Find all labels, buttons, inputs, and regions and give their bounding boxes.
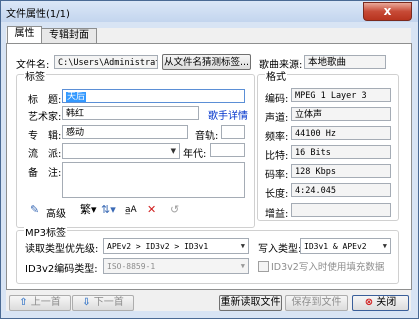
artist-label: 艺术家: [28,112,62,123]
filename-field[interactable]: C:\Users\Administrator [54,55,158,69]
close-button[interactable]: ⊗ 关闭 [352,295,409,311]
tab-album-cover[interactable]: 专辑封面 [41,28,97,43]
codec-label: 编码: [265,94,289,105]
id3v2-encoding-select[interactable]: ISO-8859-1 ▼ [103,258,249,274]
close-button-label: 关闭 [376,297,397,308]
genre-select[interactable]: ▼ [62,143,180,159]
format-group-label: 格式 [265,68,287,83]
convert-icon[interactable]: ⇅▾ [101,203,116,217]
arrow-up-icon: ⇧ [19,297,28,308]
gain-field [291,203,391,217]
comment-textarea[interactable] [62,162,245,198]
tab-properties[interactable]: 属性 [7,26,42,43]
bits-field: 16 Bits [291,145,391,159]
title-field[interactable]: 天后 [62,89,245,103]
chevron-down-icon: ▼ [240,262,245,270]
case-convert-icon[interactable]: a̲A [125,203,137,217]
reread-file-button[interactable]: 重新读取文件 [219,295,282,311]
guess-from-filename-button[interactable]: 从文件名猜测标签... [162,54,251,70]
prev-track-button[interactable]: ⇧ 上一首 [9,295,71,311]
undo-icon[interactable]: ↺ [170,203,179,217]
write-type-value: ID3v1 & APEv2 [304,242,367,251]
save-to-file-button[interactable]: 保存到文件 [285,295,348,311]
mp3-tag-group-label: MP3标签 [24,224,68,239]
window-close-button[interactable]: x [363,2,412,21]
prev-track-label: 上一首 [30,297,61,308]
tags-group-label: 标签 [24,68,46,83]
id3v2-encoding-value: ISO-8859-1 [107,262,156,271]
traditional-chinese-icon[interactable]: 繁▾ [80,203,97,217]
channel-label: 声道: [265,113,289,124]
read-priority-value: APEv2 > ID3v2 > ID3v1 [107,242,209,251]
album-field[interactable]: 感动 [62,125,188,139]
arrow-down-icon: ⇩ [82,297,91,308]
chevron-down-icon: ▼ [170,147,176,155]
album-label: 专 辑: [28,131,62,142]
track-field[interactable] [221,125,245,139]
pad-data-checkbox-label: ID3v2写入时使用填充数据 [271,262,385,273]
write-type-select[interactable]: ID3v1 & APEv2 ▼ [300,238,391,254]
title-value: 天后 [66,92,87,102]
genre-label: 流 派: [28,149,62,160]
codec-field: MPEG 1 Layer 3 [291,88,391,102]
chevron-down-icon: ▼ [382,242,387,250]
year-field[interactable] [210,143,245,157]
artist-detail-link[interactable]: 歌手详情 [208,107,248,122]
read-priority-select[interactable]: APEv2 > ID3v2 > ID3v1 ▼ [103,238,249,254]
song-source-field[interactable]: 本地歌曲 [304,55,386,69]
frequency-label: 频率: [265,132,289,143]
bitrate-field: 128 Kbps [291,164,391,178]
title-label: 标 题: [28,95,62,106]
next-track-label: 下一首 [93,297,124,308]
artist-field[interactable]: 韩红 [62,106,199,120]
id3v2-encoding-label: ID3v2编码类型: [25,264,98,275]
next-track-button[interactable]: ⇩ 下一首 [72,295,134,311]
frequency-field: 44100 Hz [291,126,391,140]
year-label: 年代: [183,149,207,160]
read-priority-label: 读取类型优先级: [25,244,99,255]
length-field: 4:24.045 [291,183,391,197]
advanced-button[interactable]: 高级 [46,205,66,220]
close-icon: ⊗ [364,297,374,308]
title-bar[interactable]: 文件属性(1/1) x [1,1,418,22]
bitrate-label: 码率: [265,170,289,181]
gain-label: 增益: [265,209,289,220]
comment-label: 备 注: [28,168,62,179]
write-type-label: 写入类型: [258,244,302,255]
chevron-down-icon: ▼ [240,242,245,250]
track-label: 音轨: [195,131,219,142]
length-label: 长度: [265,189,289,200]
pad-data-checkbox[interactable] [258,261,269,272]
window-title: 文件属性(1/1) [6,9,70,20]
channel-field: 立体声 [291,107,391,121]
bits-label: 比特: [265,151,289,162]
delete-icon[interactable]: ✕ [147,203,156,217]
edit-icon: ✎ [30,203,40,216]
